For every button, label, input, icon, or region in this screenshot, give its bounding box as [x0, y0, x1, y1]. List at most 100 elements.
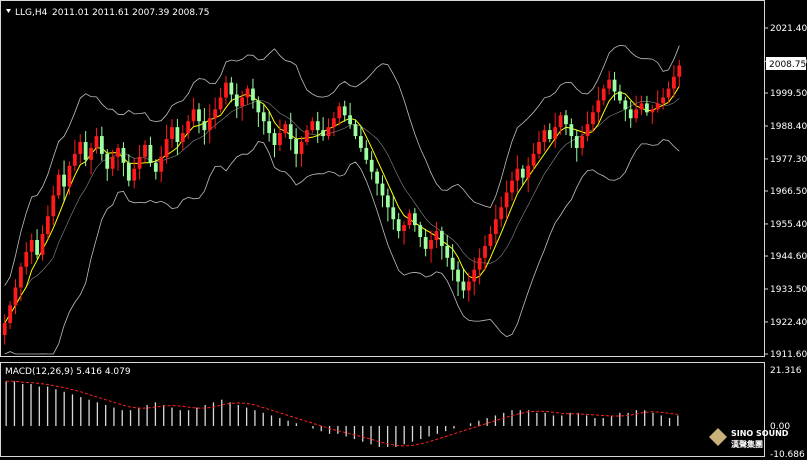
macd-tick-label: -10.686	[770, 450, 805, 460]
candle-body	[531, 153, 536, 166]
candle-body	[40, 234, 45, 255]
last-price-text: 2008.75	[769, 60, 806, 70]
candle-body	[407, 213, 412, 226]
price-tick-label: 2021.40	[770, 24, 807, 34]
candle-body	[537, 142, 541, 154]
candle-body	[526, 165, 531, 178]
macd-tick-label: 21.316	[770, 366, 802, 376]
candle-body	[321, 130, 325, 137]
candle-body	[186, 121, 191, 134]
candle-body	[83, 142, 88, 160]
candle-body	[245, 88, 250, 98]
candle-body	[299, 142, 304, 154]
candle-body	[661, 97, 665, 104]
symbol-label: LLG,H4	[15, 8, 48, 18]
candle-body	[466, 281, 471, 291]
candle-body	[542, 130, 547, 143]
candle-body	[126, 162, 131, 181]
candle-body	[229, 82, 234, 95]
candle-body	[175, 127, 180, 143]
candle-body	[385, 195, 390, 208]
candle-body	[8, 305, 12, 324]
candle-body	[2, 323, 7, 335]
candle-body	[13, 287, 18, 306]
candle-body	[143, 144, 147, 157]
candle-body	[547, 130, 552, 140]
candle-body	[483, 245, 487, 258]
candle-body	[256, 100, 261, 113]
candle-body	[67, 165, 72, 187]
candle-body	[488, 234, 493, 246]
logo-text: SINO SOUND	[731, 429, 789, 438]
candle-body	[450, 257, 455, 270]
candle-body	[618, 91, 622, 101]
candle-body	[423, 237, 428, 249]
logo-subtext: 漢聲集團	[731, 439, 763, 449]
candle-body	[369, 159, 374, 172]
candle-body	[650, 109, 655, 113]
candle-body	[191, 109, 196, 122]
candle-body	[412, 213, 417, 226]
candle-body	[434, 231, 439, 240]
candle-body	[456, 269, 460, 282]
candle-body	[477, 257, 482, 270]
candle-body	[472, 269, 477, 282]
candle-body	[110, 156, 115, 169]
candle-body	[634, 109, 639, 119]
candle-body	[94, 136, 99, 148]
price-tick-label: 1988.40	[770, 122, 807, 132]
candle-body	[628, 109, 633, 119]
candle-body	[153, 162, 158, 172]
candle-body	[310, 121, 315, 131]
candle-body	[170, 127, 174, 140]
chart-canvas: 2021.402010.201999.501988.401977.301966.…	[0, 0, 807, 460]
candle-body	[666, 88, 671, 98]
candle-body	[493, 219, 498, 235]
candle-body	[132, 168, 137, 181]
candle-body	[375, 171, 379, 184]
price-tick-label: 1933.50	[770, 285, 807, 295]
candle-body	[294, 139, 299, 154]
candle-body	[35, 239, 39, 255]
candle-body	[612, 79, 617, 92]
candle-body	[240, 97, 245, 107]
candle-body	[305, 130, 309, 143]
candle-body	[72, 153, 77, 166]
candle-body	[267, 121, 272, 134]
macd-label: MACD(12,26,9) 5.416 4.079	[5, 367, 131, 377]
candle-body	[499, 207, 504, 220]
candle-body	[278, 133, 282, 145]
candle-body	[315, 121, 320, 131]
candle-body	[62, 174, 66, 187]
candle-body	[45, 216, 50, 235]
candle-body	[359, 136, 363, 148]
candle-body	[380, 183, 385, 196]
candle-body	[515, 168, 520, 181]
candle-body	[326, 127, 331, 137]
candle-body	[105, 153, 110, 169]
candle-body	[89, 147, 93, 160]
price-tick-label: 1922.40	[770, 318, 807, 328]
candle-body	[261, 112, 266, 122]
candle-body	[655, 103, 660, 110]
candle-body	[213, 109, 218, 119]
chart-header: LLG,H4 2011.01 2011.61 2007.39 2008.75	[6, 8, 209, 18]
candle-body	[461, 281, 466, 291]
candle-body	[569, 124, 574, 137]
candle-body	[332, 118, 336, 128]
candle-body	[402, 225, 406, 232]
candle-body	[504, 192, 509, 208]
candle-body	[202, 121, 207, 131]
candle-body	[348, 115, 352, 125]
candle-body	[234, 94, 239, 107]
candle-body	[51, 195, 56, 217]
candle-body	[607, 79, 612, 89]
candle-body	[78, 142, 83, 154]
candle-body	[197, 109, 201, 122]
candle-body	[396, 219, 401, 232]
candle-body	[116, 147, 120, 157]
price-tick-label: 1977.30	[770, 155, 807, 165]
candle-body	[429, 239, 433, 249]
candle-body	[19, 266, 23, 288]
candle-body	[558, 115, 563, 128]
